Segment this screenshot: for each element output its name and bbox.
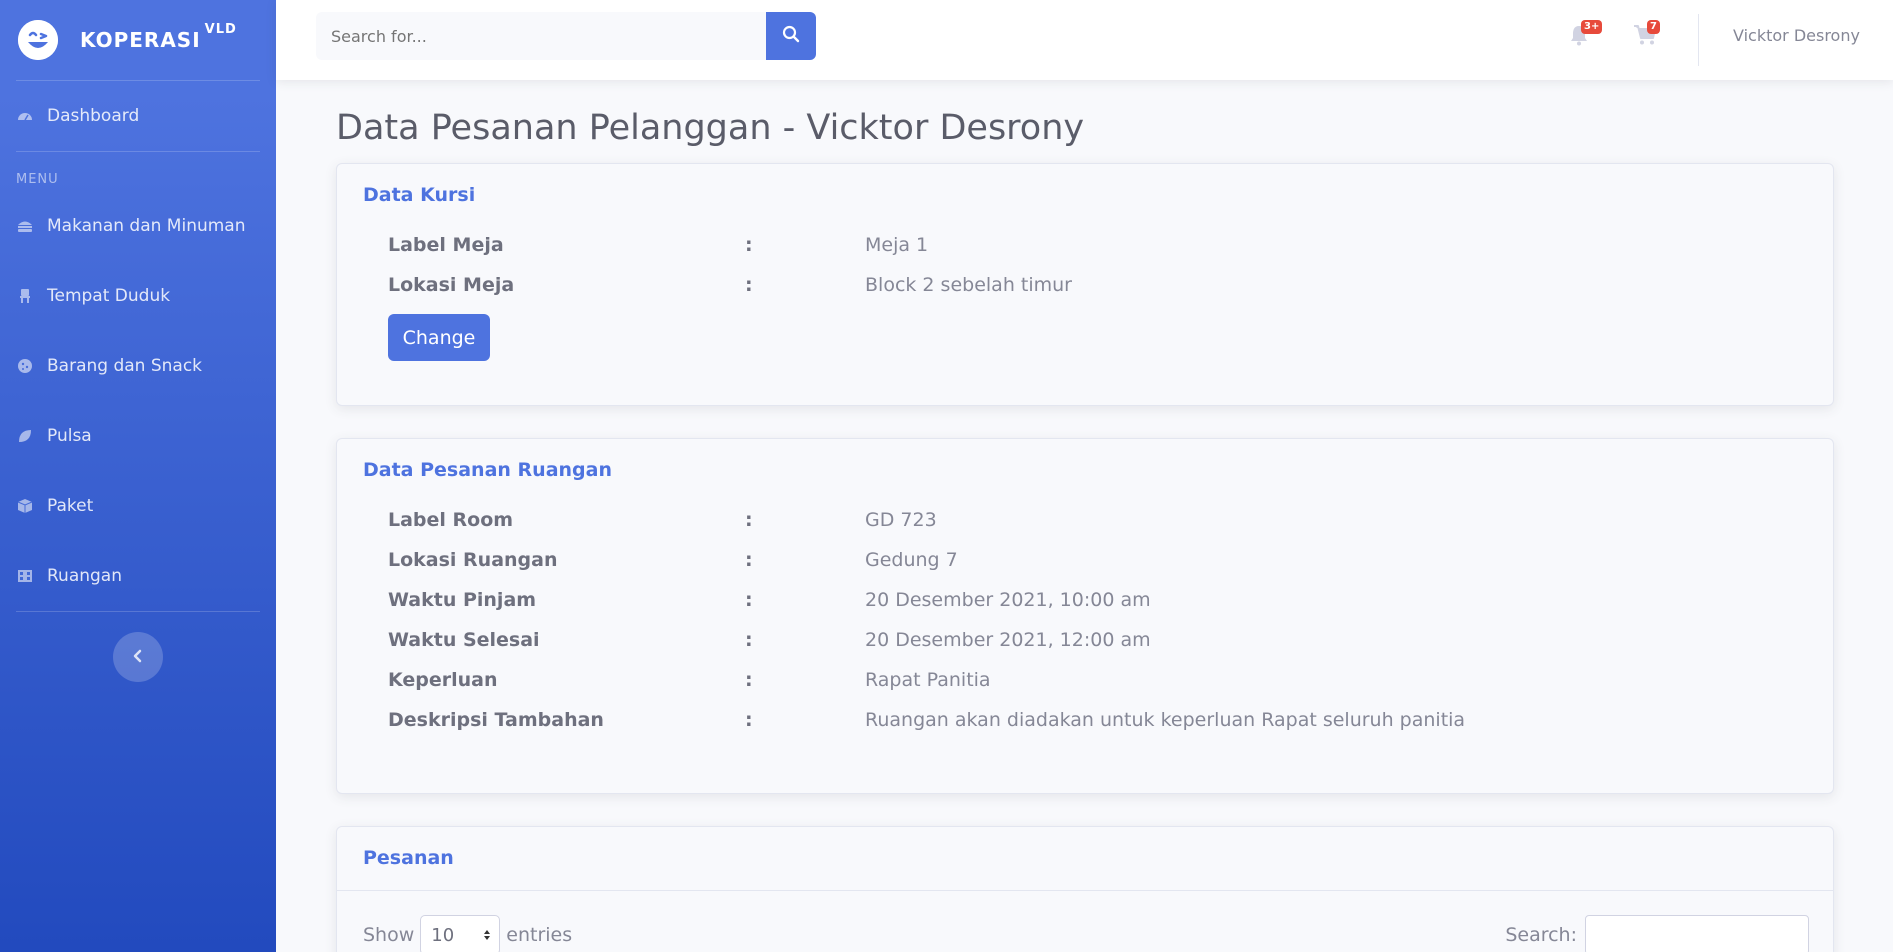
detail-value: Gedung 7 <box>865 549 958 571</box>
detail-value: 20 Desember 2021, 12:00 am <box>865 629 1151 651</box>
sidebar-item-label: Tempat Duduk <box>47 286 171 306</box>
detail-separator: : <box>745 629 753 651</box>
cart-badge: 7 <box>1647 20 1660 34</box>
sidebar-item-ruangan[interactable]: Ruangan <box>0 541 276 611</box>
detail-separator: : <box>745 709 753 731</box>
card-title: Pesanan <box>363 847 454 869</box>
sidebar-heading: MENU <box>16 172 59 187</box>
sidebar-item-label: Barang dan Snack <box>47 356 203 376</box>
sidebar-item-tempat-duduk[interactable]: Tempat Duduk <box>0 261 276 331</box>
card-data-kursi: Data Kursi Label Meja : Meja 1 Lokasi Me… <box>336 163 1834 406</box>
box-icon <box>17 498 33 514</box>
detail-row: Waktu Pinjam : 20 Desember 2021, 10:00 a… <box>388 589 1808 619</box>
search-input[interactable] <box>316 12 766 60</box>
tachometer-icon <box>17 108 33 124</box>
sort-arrows-icon <box>483 925 491 946</box>
detail-label: Label Meja <box>388 234 504 256</box>
sidebar-toggle-button[interactable] <box>113 632 163 682</box>
detail-label: Keperluan <box>388 669 498 691</box>
brand[interactable]: KOPERASI VLD <box>0 0 276 80</box>
detail-row: Lokasi Meja : Block 2 sebelah timur <box>388 274 1808 304</box>
detail-value: Block 2 sebelah timur <box>865 274 1072 296</box>
sidebar-item-makanan[interactable]: Makanan dan Minuman <box>0 191 276 261</box>
detail-label: Lokasi Meja <box>388 274 515 296</box>
detail-value: Ruangan akan diadakan untuk keperluan Ra… <box>865 709 1466 731</box>
change-button[interactable]: Change <box>388 314 490 361</box>
building-icon <box>17 568 33 584</box>
cookie-icon <box>17 358 33 374</box>
detail-row: Waktu Selesai : 20 Desember 2021, 12:00 … <box>388 629 1808 659</box>
detail-row: Deskripsi Tambahan : Ruangan akan diadak… <box>388 709 1808 739</box>
entries-length-control: Show 10 entries <box>363 915 572 952</box>
sidebar-divider <box>16 611 260 612</box>
sidebar-item-label: Makanan dan Minuman <box>47 216 246 236</box>
entries-select-value: 10 <box>431 924 455 946</box>
table-search-label: Search: <box>1505 924 1577 946</box>
detail-separator: : <box>745 549 753 571</box>
search-button[interactable] <box>766 12 816 60</box>
show-label: Show <box>363 924 415 946</box>
leaf-icon <box>17 428 33 444</box>
alerts-badge: 3+ <box>1581 20 1603 34</box>
chair-icon <box>17 288 33 304</box>
detail-label: Deskripsi Tambahan <box>388 709 604 731</box>
page-title: Data Pesanan Pelanggan - Vicktor Desrony <box>336 108 1085 148</box>
sidebar: KOPERASI VLD Dashboard MENU Makanan dan M… <box>0 0 276 952</box>
detail-separator: : <box>745 274 753 296</box>
chevron-left-icon <box>132 648 144 667</box>
detail-separator: : <box>745 509 753 531</box>
detail-value: Meja 1 <box>865 234 929 256</box>
entries-select[interactable]: 10 <box>420 915 501 952</box>
sidebar-item-label: Ruangan <box>47 566 122 586</box>
alerts-button[interactable]: 3+ <box>1569 20 1603 50</box>
entries-label: entries <box>506 924 573 946</box>
sidebar-item-dashboard[interactable]: Dashboard <box>0 81 276 151</box>
card-title: Data Kursi <box>363 184 476 206</box>
table-search-control: Search: <box>1505 915 1809 952</box>
hamburger-icon <box>17 218 33 234</box>
table-search-input[interactable] <box>1585 915 1809 952</box>
user-menu[interactable]: Vicktor Desrony <box>1733 26 1860 45</box>
detail-value: 20 Desember 2021, 10:00 am <box>865 589 1151 611</box>
detail-separator: : <box>745 234 753 256</box>
detail-separator: : <box>745 589 753 611</box>
sidebar-item-label: Dashboard <box>47 106 140 126</box>
detail-value: Rapat Panitia <box>865 669 991 691</box>
sidebar-item-pulsa[interactable]: Pulsa <box>0 401 276 471</box>
detail-value: GD 723 <box>865 509 937 531</box>
card-data-pesanan-ruangan: Data Pesanan Ruangan Label Room : GD 723… <box>336 438 1834 794</box>
sidebar-item-label: Paket <box>47 496 94 516</box>
brand-name: KOPERASI VLD <box>80 22 237 52</box>
topbar-search <box>316 12 816 60</box>
card-header <box>337 827 1833 891</box>
topbar: 3+ 7 Vicktor Desrony <box>276 0 1893 80</box>
detail-separator: : <box>745 669 753 691</box>
detail-label: Waktu Pinjam <box>388 589 537 611</box>
detail-row: Keperluan : Rapat Panitia <box>388 669 1808 699</box>
detail-row: Lokasi Ruangan : Gedung 7 <box>388 549 1808 579</box>
detail-label: Waktu Selesai <box>388 629 540 651</box>
detail-label: Label Room <box>388 509 514 531</box>
card-pesanan: Pesanan Show 10 entries Search: <box>336 826 1834 952</box>
topbar-divider <box>1698 14 1699 66</box>
laugh-wink-icon <box>18 20 58 60</box>
card-title: Data Pesanan Ruangan <box>363 459 612 481</box>
detail-row: Label Room : GD 723 <box>388 509 1808 539</box>
detail-row: Label Meja : Meja 1 <box>388 234 1808 264</box>
detail-label: Lokasi Ruangan <box>388 549 558 571</box>
sidebar-item-label: Pulsa <box>47 426 92 446</box>
search-icon <box>782 25 800 47</box>
cart-button[interactable]: 7 <box>1633 20 1660 50</box>
sidebar-item-paket[interactable]: Paket <box>0 471 276 541</box>
sidebar-item-barang[interactable]: Barang dan Snack <box>0 331 276 401</box>
